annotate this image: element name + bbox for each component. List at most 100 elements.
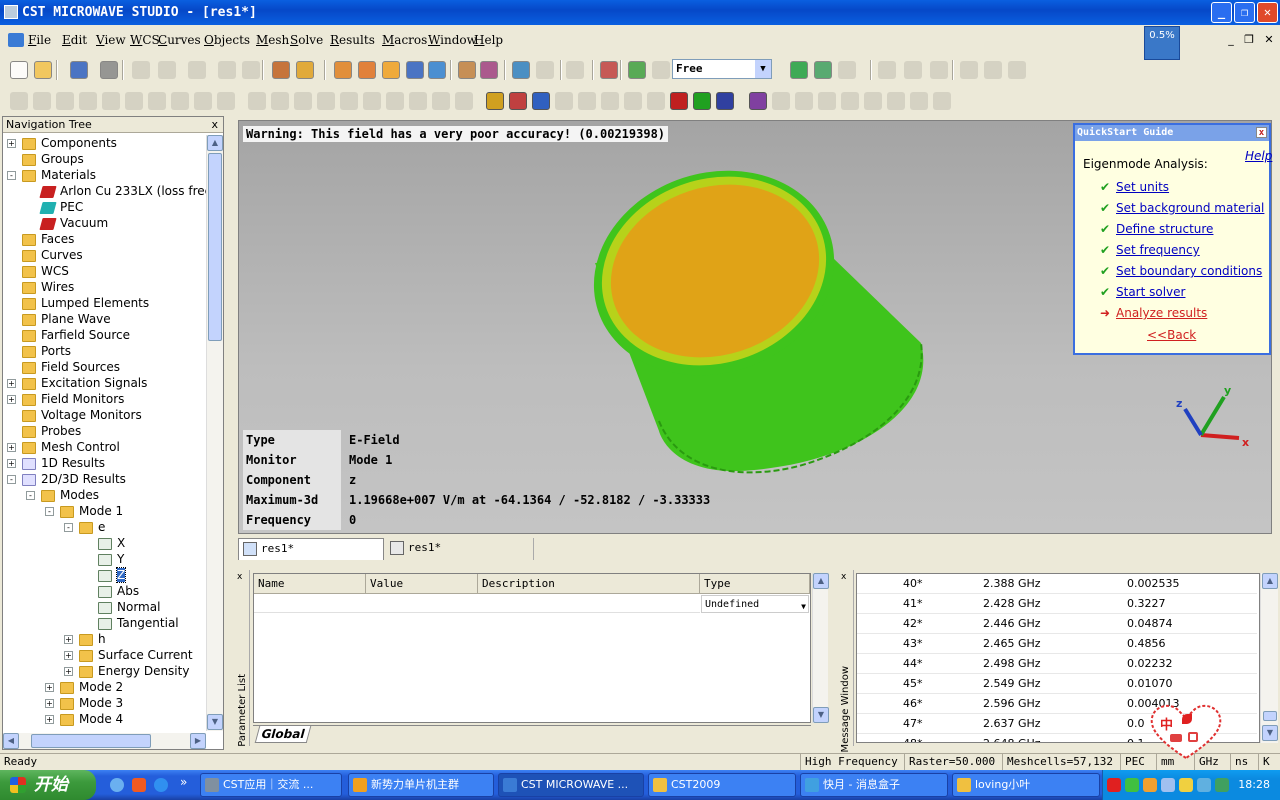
scroll-down-icon[interactable]: ▼ (813, 707, 829, 723)
modeling-button-31-icon[interactable] (749, 92, 767, 110)
ime-floating-badge[interactable]: 中 (1148, 700, 1224, 762)
expand-toggle-icon[interactable]: + (7, 139, 16, 148)
table-row[interactable]: 41* 2.428 GHz 0.3227 (857, 594, 1257, 614)
menu-objects[interactable]: Objects (204, 33, 250, 47)
toolbar-button-12-icon[interactable] (358, 61, 376, 79)
column-value[interactable]: Value (366, 574, 478, 594)
tree-item[interactable]: Abs (83, 583, 139, 599)
toolbar-button-5-icon[interactable] (158, 61, 176, 79)
tree-item[interactable]: - 2D/3D Results (7, 471, 126, 487)
task-button[interactable]: loving小叶 (952, 773, 1100, 797)
tray-network-icon[interactable] (1161, 778, 1175, 792)
expand-toggle-icon[interactable]: + (7, 395, 16, 404)
expand-toggle-icon[interactable]: + (64, 651, 73, 660)
more-launch-icon[interactable]: » (180, 775, 187, 789)
menu-macros[interactable]: Macros (382, 33, 427, 47)
expand-toggle-icon[interactable]: + (45, 715, 54, 724)
menu-file[interactable]: File (28, 33, 51, 47)
expand-toggle-icon[interactable]: + (45, 683, 54, 692)
expand-toggle-icon[interactable]: + (64, 667, 73, 676)
tree-item[interactable]: PEC (26, 199, 83, 215)
clock[interactable]: 18:28 (1238, 770, 1270, 800)
tree-item[interactable]: Groups (7, 151, 84, 167)
tab-res1-3d[interactable]: res1* (238, 538, 384, 560)
mdi-close-button[interactable]: ✕ (1262, 33, 1276, 47)
tree-item[interactable]: Plane Wave (7, 311, 111, 327)
chevron-down-icon[interactable]: ▼ (801, 598, 806, 616)
table-row[interactable]: 45* 2.549 GHz 0.01070 (857, 674, 1257, 694)
modeling-button-16-icon[interactable] (386, 92, 404, 110)
table-row[interactable]: 43* 2.465 GHz 0.4856 (857, 634, 1257, 654)
modeling-button-34-icon[interactable] (818, 92, 836, 110)
modeling-button-25-icon[interactable] (601, 92, 619, 110)
browser-icon[interactable] (154, 778, 168, 792)
tray-qq-icon[interactable] (1125, 778, 1139, 792)
tree-item[interactable]: Lumped Elements (7, 295, 149, 311)
tree-item[interactable]: + Field Monitors (7, 391, 124, 407)
tree-item[interactable]: Vacuum (26, 215, 108, 231)
tray-security-icon[interactable] (1179, 778, 1193, 792)
table-row[interactable]: 40* 2.388 GHz 0.002535 (857, 574, 1257, 594)
modeling-button-29-icon[interactable] (693, 92, 711, 110)
menu-edit[interactable]: Edit (62, 33, 87, 47)
tree-item[interactable]: Curves (7, 247, 83, 263)
modeling-button-8-icon[interactable] (194, 92, 212, 110)
tree-item[interactable]: - Materials (7, 167, 96, 183)
menu-curves[interactable]: Curves (158, 33, 201, 47)
toolbar-button-7-icon[interactable] (218, 61, 236, 79)
nav-hscrollbar[interactable]: ◀ ▶ (3, 733, 206, 749)
menu-view[interactable]: View (96, 33, 126, 47)
modeling-button-22-icon[interactable] (532, 92, 550, 110)
scroll-down-icon[interactable]: ▼ (1262, 725, 1278, 741)
toolbar-button-23-icon[interactable] (652, 61, 670, 79)
modeling-button-6-icon[interactable] (148, 92, 166, 110)
modeling-button-3-icon[interactable] (79, 92, 97, 110)
tree-item[interactable]: Tangential (83, 615, 179, 631)
nav-scrollbar[interactable]: ▲ ▼ (206, 135, 223, 731)
tree-item[interactable]: - Mode 1 (45, 503, 123, 519)
modeling-button-21-icon[interactable] (509, 92, 527, 110)
toolbar-button-11-icon[interactable] (334, 61, 352, 79)
toolbar-button-21-icon[interactable] (600, 61, 618, 79)
tray-ime-icon[interactable] (1197, 778, 1211, 792)
quickstart-step[interactable]: ➜ Analyze results (1100, 306, 1207, 320)
scroll-up-icon[interactable]: ▲ (1262, 573, 1278, 589)
toolbar-button-31-icon[interactable] (984, 61, 1002, 79)
toolbar-button-26-icon[interactable] (838, 61, 856, 79)
modeling-button-38-icon[interactable] (910, 92, 928, 110)
type-select[interactable]: Undefined ▼ (701, 595, 809, 613)
tray-app-icon[interactable] (1107, 778, 1121, 792)
modeling-button-26-icon[interactable] (624, 92, 642, 110)
tree-item[interactable]: Arlon Cu 233LX (loss free) (26, 183, 217, 199)
scroll-thumb[interactable] (208, 153, 222, 341)
modeling-button-32-icon[interactable] (772, 92, 790, 110)
parameter-table[interactable]: Name Value Description Type Undefined ▼ (253, 573, 811, 723)
table-row[interactable]: 42* 2.446 GHz 0.04874 (857, 614, 1257, 634)
tree-item[interactable]: - Modes (26, 487, 99, 503)
mode-select[interactable]: Free ▼ (672, 59, 772, 79)
column-type[interactable]: Type (700, 574, 810, 594)
tree-item[interactable]: + h (64, 631, 106, 647)
task-button[interactable]: CST2009 (648, 773, 796, 797)
toolbar-button-1-icon[interactable] (34, 61, 52, 79)
modeling-button-18-icon[interactable] (432, 92, 450, 110)
toolbar-button-29-icon[interactable] (930, 61, 948, 79)
toolbar-button-6-icon[interactable] (188, 61, 206, 79)
tree-item[interactable]: Voltage Monitors (7, 407, 142, 423)
modeling-button-1-icon[interactable] (33, 92, 51, 110)
quickstart-step[interactable]: ✔ Set background material (1100, 201, 1264, 215)
toolbar-button-19-icon[interactable] (536, 61, 554, 79)
expand-toggle-icon[interactable]: - (26, 491, 35, 500)
column-name[interactable]: Name (254, 574, 366, 594)
menu-wcs[interactable]: WCS (130, 33, 160, 47)
toolbar-button-16-icon[interactable] (458, 61, 476, 79)
mdi-minimize-button[interactable]: _ (1224, 33, 1238, 47)
toolbar-button-14-icon[interactable] (406, 61, 424, 79)
modeling-button-30-icon[interactable] (716, 92, 734, 110)
toolbar-button-17-icon[interactable] (480, 61, 498, 79)
modeling-button-9-icon[interactable] (217, 92, 235, 110)
expand-toggle-icon[interactable]: + (7, 459, 16, 468)
toolbar-button-25-icon[interactable] (814, 61, 832, 79)
menu-results[interactable]: Results (330, 33, 375, 47)
scroll-down-icon[interactable]: ▼ (207, 714, 223, 730)
